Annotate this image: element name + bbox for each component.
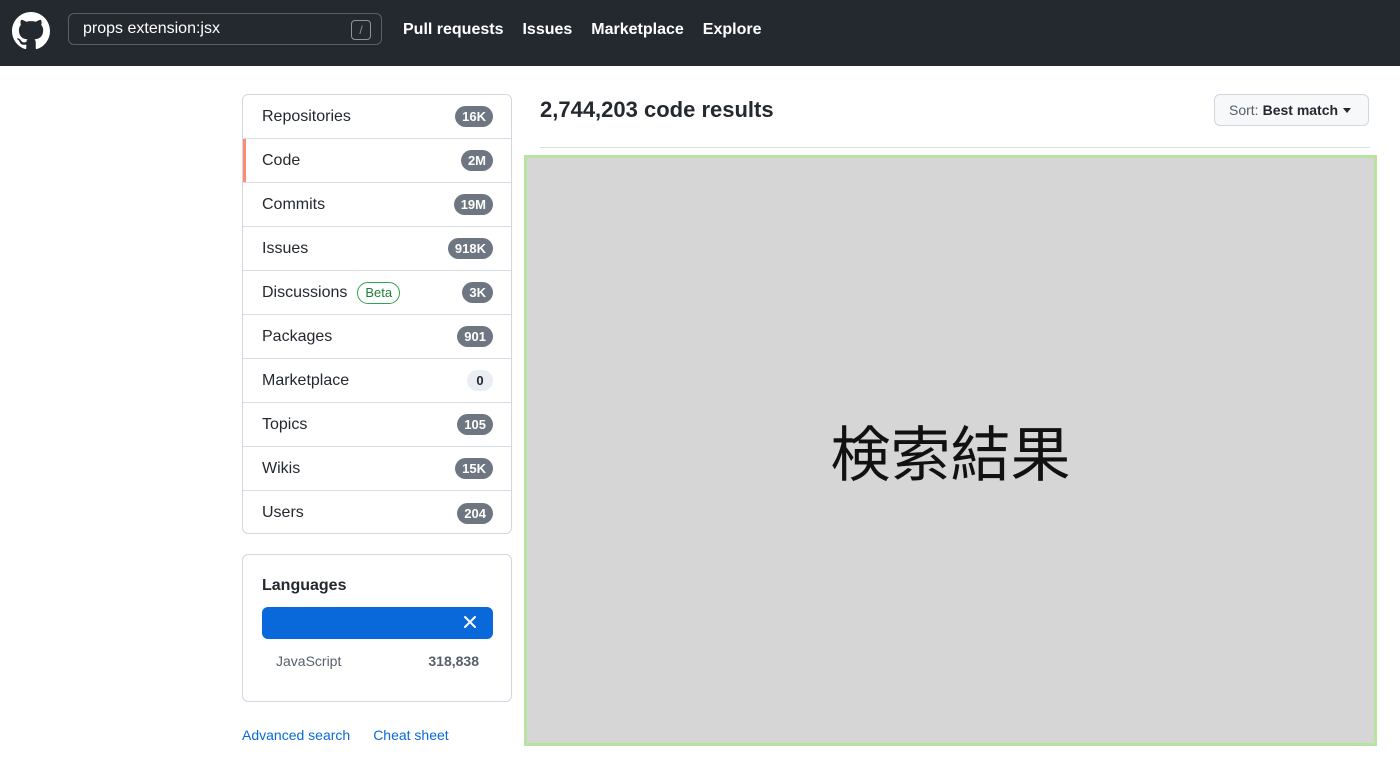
- caret-down-icon: [1343, 107, 1352, 113]
- menu-item-label: Topics: [262, 415, 308, 433]
- footer-links: Advanced search Cheat sheet: [242, 727, 449, 743]
- language-row-javascript[interactable]: JavaScript 318,838: [276, 653, 479, 669]
- menu-item-issues[interactable]: Issues 918K: [243, 227, 511, 271]
- nav-issues[interactable]: Issues: [522, 21, 572, 39]
- search-input-value: props extension:jsx: [83, 20, 220, 37]
- sort-prefix: Sort:: [1229, 102, 1259, 118]
- languages-panel: Languages JavaScript 318,838: [242, 554, 512, 702]
- slash-shortcut-icon: /: [351, 20, 371, 40]
- nav-pull-requests[interactable]: Pull requests: [403, 21, 503, 39]
- menu-item-label: Code: [262, 151, 301, 169]
- menu-item-wikis[interactable]: Wikis 15K: [243, 447, 511, 491]
- top-header: props extension:jsx / Pull requests Issu…: [0, 0, 1400, 66]
- sort-dropdown-button[interactable]: Sort: Best match: [1214, 94, 1369, 126]
- placeholder-text: 検索結果: [830, 421, 1071, 491]
- menu-item-label: Issues: [262, 239, 309, 257]
- count-badge: 105: [457, 414, 493, 435]
- count-badge: 0: [467, 370, 493, 391]
- search-input[interactable]: props extension:jsx /: [68, 13, 382, 45]
- nav-marketplace[interactable]: Marketplace: [591, 21, 684, 39]
- menu-item-label: Users: [262, 504, 304, 521]
- language-count: 318,838: [428, 653, 479, 669]
- menu-item-packages[interactable]: Packages 901: [243, 315, 511, 359]
- sort-value: Best match: [1262, 102, 1339, 118]
- menu-item-label: Packages: [262, 327, 333, 345]
- menu-item-commits[interactable]: Commits 19M: [243, 183, 511, 227]
- menu-item-label: Repositories: [262, 107, 351, 125]
- menu-item-label: Discussions: [262, 283, 348, 301]
- menu-item-label: Marketplace: [262, 371, 350, 389]
- menu-item-topics[interactable]: Topics 105: [243, 403, 511, 447]
- close-icon[interactable]: [463, 615, 477, 629]
- menu-item-discussions[interactable]: Discussions Beta 3K: [243, 271, 511, 315]
- results-count-title: 2,744,203 code results: [540, 97, 774, 122]
- advanced-search-link[interactable]: Advanced search: [242, 727, 350, 743]
- selected-language-filter[interactable]: [262, 607, 493, 639]
- count-badge: 16K: [455, 106, 493, 127]
- count-badge: 15K: [455, 458, 493, 479]
- count-badge: 19M: [453, 194, 493, 215]
- search-results-placeholder: 検索結果: [524, 155, 1377, 746]
- count-badge: 3K: [462, 282, 493, 303]
- results-divider: [540, 147, 1370, 148]
- cheat-sheet-link[interactable]: Cheat sheet: [373, 727, 449, 743]
- languages-heading: Languages: [262, 577, 347, 594]
- menu-item-repositories[interactable]: Repositories 16K: [243, 95, 511, 139]
- count-badge: 918K: [447, 238, 493, 259]
- menu-item-code[interactable]: Code 2M: [243, 139, 511, 183]
- menu-item-marketplace[interactable]: Marketplace 0: [243, 359, 511, 403]
- beta-badge: Beta: [357, 281, 401, 304]
- search-type-menu: Repositories 16K Code 2M Commits 19M Iss…: [242, 94, 512, 534]
- nav-explore[interactable]: Explore: [703, 21, 762, 39]
- count-badge: 204: [457, 502, 493, 524]
- global-nav: Pull requests Issues Marketplace Explore: [403, 21, 761, 39]
- count-badge: 2M: [460, 150, 493, 171]
- count-badge: 901: [457, 326, 493, 347]
- menu-item-users[interactable]: Users 204: [243, 491, 511, 533]
- menu-item-label: Wikis: [262, 459, 301, 477]
- github-logo-icon[interactable]: [12, 12, 50, 50]
- menu-item-label: Commits: [262, 195, 326, 213]
- language-name: JavaScript: [276, 653, 342, 669]
